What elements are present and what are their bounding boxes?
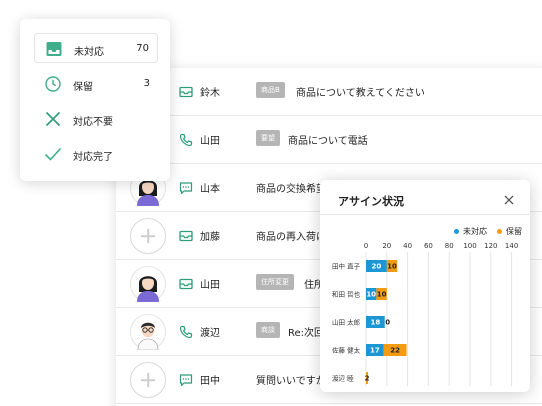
x-icon [45, 111, 61, 127]
data-label: 10 [366, 291, 376, 299]
category-tag: 要望 [256, 130, 280, 146]
x-tick-label: 140 [505, 242, 518, 250]
close-button[interactable] [502, 192, 516, 206]
legend-item-unhandled: 未対応 [454, 226, 487, 237]
assign-chart: 0 20 40 60 80 100 120 140田中 直子 20 10和田 哲也 10 10山田 太… [332, 242, 518, 386]
legend-item-hold: 保留 [497, 226, 522, 237]
status-item[interactable]: 未対応 70 [34, 33, 158, 63]
mail-icon [179, 278, 193, 290]
category-tag: 住所変更 [256, 274, 294, 290]
legend-dot-hold [497, 229, 502, 234]
category-tag: 商品B [256, 82, 285, 98]
data-label: 22 [390, 347, 400, 355]
x-tick-label: 120 [484, 242, 497, 250]
data-label: 10 [377, 291, 387, 299]
status-label: 対応完了 [73, 152, 113, 163]
status-item[interactable]: 保留 3 [34, 69, 158, 99]
status-label: 対応不要 [73, 117, 113, 128]
modal-title: アサイン状況 [338, 195, 404, 208]
modal-divider [320, 214, 530, 215]
data-label: 20 [372, 263, 382, 271]
phone-icon [179, 133, 193, 147]
clock-icon [45, 76, 61, 92]
channel-indicator [178, 228, 194, 244]
category-tag: 商談 [256, 322, 280, 338]
avatar [130, 266, 166, 302]
x-tick-label: 100 [463, 242, 476, 250]
x-tick-label: 0 [364, 242, 368, 250]
x-tick-label: 80 [445, 242, 454, 250]
avatar-placeholder[interactable] [130, 218, 166, 254]
legend-dot-unhandled [454, 229, 459, 234]
channel-indicator [178, 132, 194, 148]
x-tick-label: 20 [382, 242, 391, 250]
legend-label-unhandled: 未対応 [463, 227, 487, 236]
sender-name: 渡辺 [200, 328, 220, 339]
sender-name: 山本 [200, 184, 220, 195]
status-label: 保留 [73, 82, 93, 93]
close-icon [504, 195, 514, 205]
status-item[interactable]: 対応完了 [34, 139, 158, 169]
phone-icon [179, 325, 193, 339]
channel-indicator [178, 276, 194, 292]
channel-indicator [178, 180, 194, 196]
subject-text[interactable]: 商品の再入荷に [256, 228, 326, 243]
category-label: 山田 太郎 [332, 318, 361, 327]
avatar-image [130, 266, 166, 302]
data-label: 0 [385, 319, 390, 327]
mail-icon [179, 86, 193, 98]
list-item[interactable]: 鈴木 商品B 商品について教えてください [116, 68, 542, 116]
avatar-placeholder[interactable] [130, 362, 166, 398]
inbox-icon [46, 42, 62, 56]
channel-indicator [178, 84, 194, 100]
sender-name: 田中 [200, 376, 220, 387]
status-item[interactable]: 対応不要 [34, 104, 158, 134]
channel-indicator [178, 372, 194, 388]
category-label: 田中 直子 [332, 262, 361, 271]
list-item[interactable]: 山田 要望 商品について電話 [116, 116, 542, 164]
channel-indicator [178, 324, 194, 340]
data-label: 10 [387, 263, 397, 271]
data-label: 2 [365, 375, 370, 383]
sender-name: 鈴木 [200, 88, 220, 99]
avatar-image [130, 314, 166, 351]
status-label: 未対応 [74, 47, 104, 58]
mail-icon [179, 230, 193, 242]
subject-text[interactable]: 質問いいですか [256, 372, 326, 387]
subject-text[interactable]: Re:次回 [288, 324, 324, 339]
sender-name: 山田 [200, 280, 220, 291]
category-label: 渡辺 睦 [332, 374, 354, 383]
legend-label-hold: 保留 [506, 227, 522, 236]
check-icon [44, 147, 62, 161]
subject-text[interactable]: 商品について電話 [288, 132, 368, 147]
sender-name: 加藤 [200, 232, 220, 243]
chat-icon [179, 182, 193, 195]
category-label: 和田 哲也 [332, 290, 361, 299]
x-tick-label: 40 [403, 242, 412, 250]
avatar [130, 314, 166, 351]
subject-text[interactable]: 商品について教えてください [296, 84, 425, 99]
x-tick-label: 60 [424, 242, 433, 250]
category-label: 佐藤 健太 [332, 346, 361, 355]
data-label: 17 [370, 347, 380, 355]
status-count: 3 [143, 78, 150, 89]
status-count: 70 [136, 43, 149, 54]
data-label: 18 [370, 319, 380, 327]
chat-icon [179, 374, 193, 387]
assign-status-modal: 0 20 40 60 80 100 120 140 田中 直子 20 10 和田 哲也 10 10 山田 太… [320, 180, 530, 392]
subject-text[interactable]: 商品の交換希望 [256, 180, 326, 195]
sender-name: 山田 [200, 136, 220, 147]
status-filter-card: 未対応 70 保留 3 対応不要対応完了 [20, 19, 170, 181]
chart-legend: 未対応 保留 [454, 226, 522, 237]
